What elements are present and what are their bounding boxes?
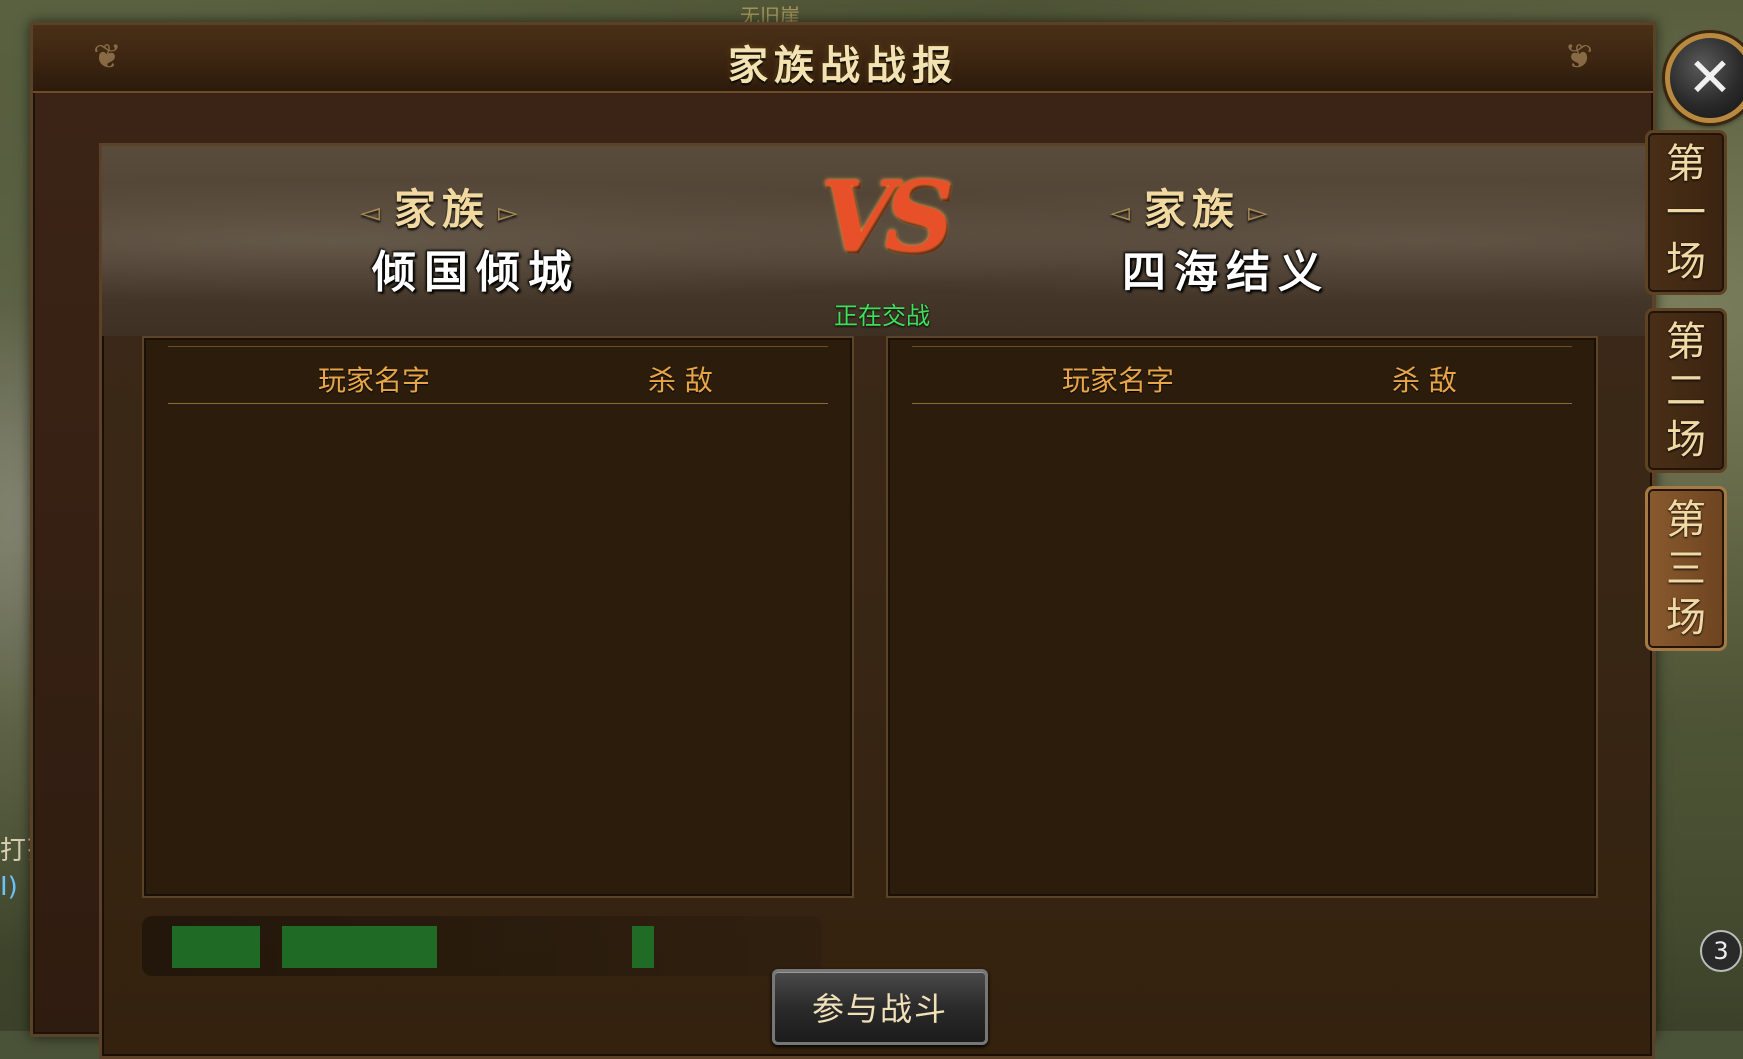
left-clan-score-table: 玩家名字 杀 敌 [142, 336, 854, 898]
table-header: 玩家名字 杀 敌 [912, 346, 1572, 404]
tab-char: 第 [1666, 496, 1706, 543]
tab-char: 场 [1666, 594, 1706, 641]
column-kills: 杀 敌 [1392, 364, 1457, 397]
tab-char: 场 [1666, 416, 1706, 463]
right-clan-score-table: 玩家名字 杀 敌 [886, 336, 1598, 898]
ornament-icon: ◅ [1110, 198, 1136, 228]
tab-char: 三 [1666, 545, 1706, 592]
obscured-block [172, 926, 260, 968]
clan-war-report-window: ❦ 家族战战报 ❦ ◅ 家族 ▻ 倾国倾城 VS 正在交战 ◅ 家族 ▻ 四海结义 玩家… [30, 22, 1743, 1059]
tab-char: 第 [1666, 318, 1706, 365]
ornament-icon: ▻ [498, 198, 525, 228]
battle-status: 正在交战 [834, 302, 930, 330]
right-clan-label: ◅ 家族 ▻ [1110, 185, 1275, 234]
column-player-name: 玩家名字 [318, 364, 431, 397]
table-header: 玩家名字 杀 敌 [168, 346, 828, 404]
column-kills: 杀 敌 [648, 364, 713, 397]
tab-round-1[interactable]: 第 一 场 [1645, 130, 1727, 295]
vs-emblem: VS [820, 160, 954, 273]
tab-char: 一 [1666, 189, 1706, 236]
report-panel: ◅ 家族 ▻ 倾国倾城 VS 正在交战 ◅ 家族 ▻ 四海结义 玩家名字 杀 敌 玩家名… [99, 143, 1655, 1059]
tab-round-3[interactable]: 第 三 场 [1645, 486, 1727, 651]
join-battle-button[interactable]: 参与战斗 [772, 969, 988, 1045]
column-player-name: 玩家名字 [1062, 364, 1175, 397]
tab-round-2[interactable]: 第 二 场 [1645, 308, 1727, 473]
tab-char: 场 [1666, 238, 1706, 285]
right-clan-name: 四海结义 [1122, 247, 1330, 298]
left-clan-name: 倾国倾城 [372, 247, 580, 298]
ornament-icon: ▻ [1248, 198, 1275, 228]
left-clan-label: ◅ 家族 ▻ [360, 185, 525, 234]
window-title-bar: ❦ 家族战战报 ❦ [33, 25, 1653, 93]
tab-char: 第 [1666, 140, 1706, 187]
title-ornament-icon: ❦ [1564, 37, 1594, 77]
obscured-chat-strip [142, 916, 822, 976]
clan-banner: ◅ 家族 ▻ 倾国倾城 VS 正在交战 ◅ 家族 ▻ 四海结义 [102, 146, 1652, 336]
obscured-block [632, 926, 654, 968]
window-title: 家族战战报 [728, 42, 958, 89]
obscured-block [282, 926, 437, 968]
tab-char: 二 [1666, 367, 1706, 414]
left-edge-text: I) [0, 872, 18, 902]
notification-count-badge[interactable]: 3 [1700, 930, 1742, 972]
ornament-icon: ◅ [360, 198, 386, 228]
